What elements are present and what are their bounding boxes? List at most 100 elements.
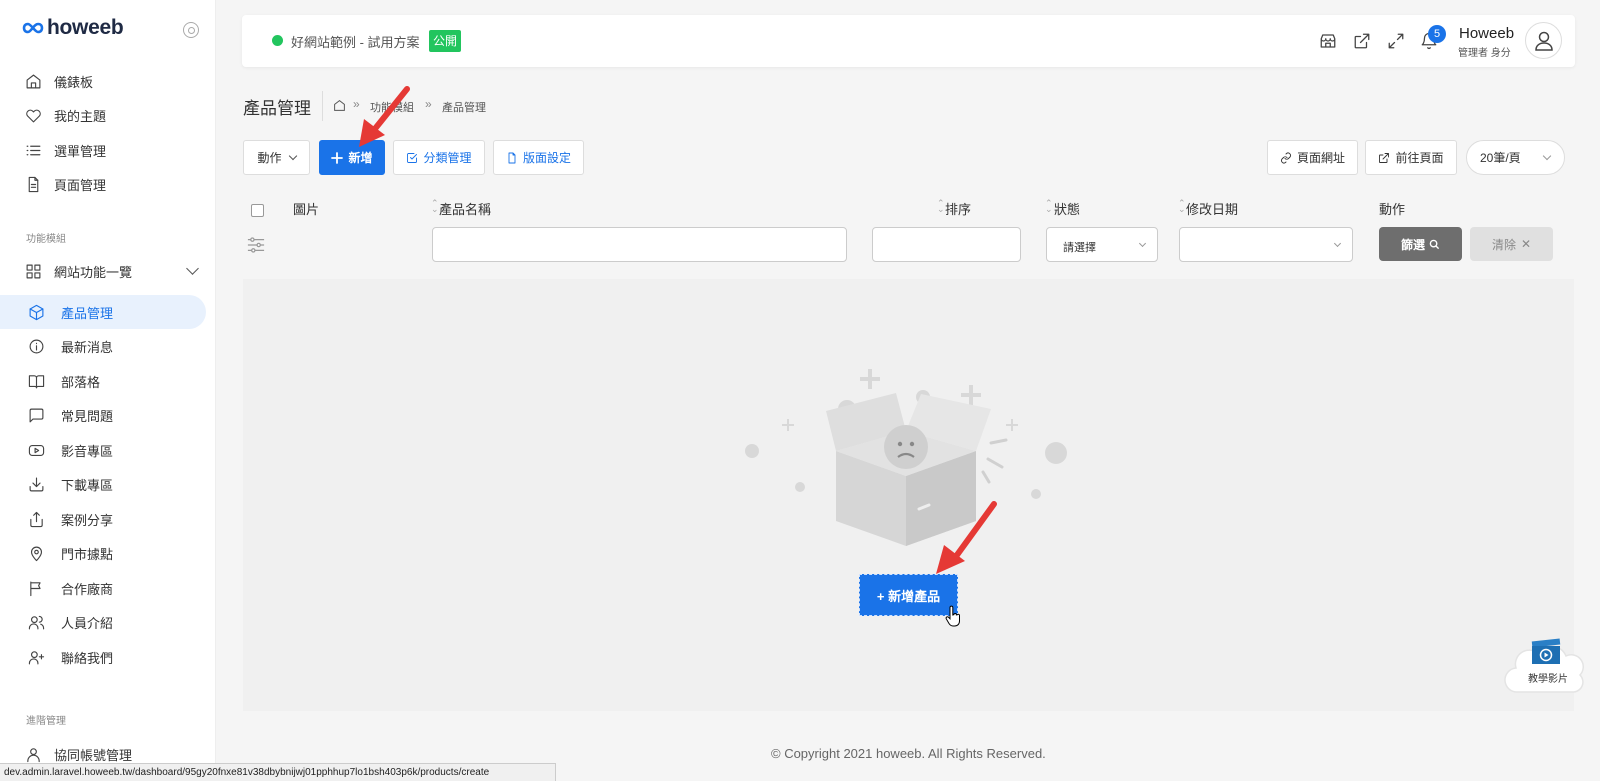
sidebar-item-label: 網站功能一覽 bbox=[54, 264, 133, 280]
status-filter-select[interactable]: 請選擇 bbox=[1046, 227, 1158, 262]
store-icon[interactable] bbox=[1319, 32, 1337, 50]
pointer-hand-icon bbox=[945, 605, 960, 627]
user-role: 管理者 身分 bbox=[1458, 48, 1511, 59]
breadcrumb-separator: » bbox=[425, 97, 432, 111]
breadcrumb-separator: » bbox=[353, 97, 360, 111]
youtube-icon bbox=[28, 444, 45, 456]
download-icon bbox=[29, 477, 44, 491]
chevron-down-icon bbox=[1542, 151, 1552, 161]
browser-status-url: dev.admin.laravel.howeeb.tw/dashboard/95… bbox=[0, 763, 556, 781]
search-icon bbox=[1429, 239, 1440, 249]
sidebar-item-label: 案例分享 bbox=[61, 512, 114, 528]
section-label-advanced: 進階管理 bbox=[26, 716, 66, 727]
book-icon bbox=[28, 374, 45, 388]
file-text-icon bbox=[28, 176, 39, 192]
map-pin-icon bbox=[30, 546, 43, 561]
sort-icon[interactable]: ⌃ ⌄ bbox=[937, 199, 945, 214]
tutorial-video-label[interactable]: 教學影片 bbox=[1528, 670, 1568, 685]
sidebar-item-label: 我的主題 bbox=[54, 108, 107, 124]
sidebar-item-dashboard[interactable]: 儀錶板 bbox=[0, 64, 206, 98]
box-icon bbox=[29, 304, 44, 320]
sort-icon[interactable]: ⌃ ⌄ bbox=[1045, 199, 1053, 214]
sidebar-item-label: 產品管理 bbox=[61, 305, 114, 321]
sort-icon[interactable]: ⌃ ⌄ bbox=[1178, 199, 1186, 214]
sidebar-item-label: 合作廠商 bbox=[61, 581, 114, 597]
sidebar-item-label: 門市據點 bbox=[61, 546, 114, 562]
list-icon bbox=[26, 145, 41, 155]
sidebar-item-faq[interactable]: 常見問題 bbox=[0, 398, 206, 432]
sidebar-item-cases[interactable]: 案例分享 bbox=[0, 502, 206, 536]
sidebar-item-label: 下載專區 bbox=[61, 477, 114, 493]
column-header-status[interactable]: 狀態 bbox=[1054, 199, 1080, 218]
fullscreen-icon[interactable] bbox=[1387, 32, 1405, 50]
sidebar-item-news[interactable]: 最新消息 bbox=[0, 329, 206, 363]
sidebar-item-label: 頁面管理 bbox=[54, 177, 107, 193]
product-name-filter-input[interactable] bbox=[432, 227, 847, 262]
sidebar-item-download[interactable]: 下載專區 bbox=[0, 467, 206, 501]
empty-box-illustration bbox=[745, 369, 1067, 546]
page-url-button[interactable]: 頁面網址 bbox=[1267, 140, 1358, 175]
column-header-order[interactable]: 排序 bbox=[945, 199, 971, 218]
per-page-select[interactable]: 20筆/頁 bbox=[1466, 140, 1565, 175]
sidebar-item-label: 影音專區 bbox=[61, 443, 114, 459]
add-product-button[interactable]: + 新增產品 bbox=[859, 574, 958, 616]
select-all-checkbox[interactable] bbox=[251, 204, 264, 217]
tutorial-video-widget[interactable] bbox=[1504, 630, 1590, 700]
logo-text: howeeb bbox=[47, 16, 124, 39]
column-header-modified[interactable]: 修改日期 bbox=[1186, 199, 1238, 218]
sidebar-group-site-features[interactable]: 網站功能一覽 bbox=[0, 254, 206, 288]
user-plus-icon bbox=[28, 650, 45, 664]
info-icon bbox=[29, 339, 44, 353]
sidebar-item-stores[interactable]: 門市據點 bbox=[0, 536, 206, 570]
goto-page-label: 前往頁面 bbox=[1395, 151, 1444, 165]
sidebar: howeeb 儀錶板 我的主題 選單管理 頁面管理 功能模組 網站功能一覽 產品… bbox=[0, 0, 216, 781]
logo[interactable]: howeeb bbox=[22, 16, 124, 40]
chevron-down-icon bbox=[186, 262, 199, 275]
home-icon bbox=[26, 74, 41, 88]
chevron-down-icon bbox=[1138, 239, 1147, 248]
home-icon[interactable] bbox=[333, 99, 346, 112]
sidebar-item-video[interactable]: 影音專區 bbox=[0, 433, 206, 467]
user-name: Howeeb bbox=[1459, 25, 1515, 42]
page-title: 產品管理 bbox=[243, 99, 311, 118]
sidebar-item-contact[interactable]: 聯絡我們 bbox=[0, 640, 206, 674]
action-dropdown[interactable]: 動作 bbox=[243, 140, 310, 175]
flag-icon bbox=[30, 581, 41, 596]
avatar[interactable] bbox=[1525, 22, 1562, 59]
topbar: 好網站範例 - 試用方案 公開 5 Howeeb 管理者 身分 bbox=[242, 15, 1575, 67]
layout-settings-label: 版面設定 bbox=[522, 151, 571, 165]
add-button-label: 新增 bbox=[348, 151, 373, 165]
date-filter-select[interactable] bbox=[1179, 227, 1353, 262]
sidebar-item-blog[interactable]: 部落格 bbox=[0, 364, 206, 398]
add-button[interactable]: 新增 bbox=[319, 140, 385, 175]
sidebar-item-staff[interactable]: 人員介紹 bbox=[0, 605, 206, 639]
external-link-icon[interactable] bbox=[1353, 32, 1371, 50]
sidebar-item-my-theme[interactable]: 我的主題 bbox=[0, 98, 206, 132]
sidebar-item-menu-management[interactable]: 選單管理 bbox=[0, 133, 206, 167]
users-icon bbox=[28, 615, 45, 629]
column-header-name[interactable]: 產品名稱 bbox=[439, 199, 491, 218]
filter-button[interactable]: 篩選 bbox=[1379, 227, 1462, 261]
layout-settings-button[interactable]: 版面設定 bbox=[493, 140, 584, 175]
sidebar-toggle-icon[interactable] bbox=[183, 22, 199, 38]
status-filter-value: 請選擇 bbox=[1063, 242, 1096, 254]
goto-page-button[interactable]: 前往頁面 bbox=[1365, 140, 1457, 175]
category-management-label: 分類管理 bbox=[423, 151, 472, 165]
clear-button[interactable]: 清除 ✕ bbox=[1470, 227, 1553, 261]
site-name[interactable]: 好網站範例 - 試用方案 bbox=[291, 32, 420, 51]
sliders-icon[interactable] bbox=[247, 236, 265, 254]
category-management-button[interactable]: 分類管理 bbox=[393, 140, 485, 175]
sort-icon[interactable]: ⌃ ⌄ bbox=[431, 199, 439, 214]
message-icon bbox=[29, 408, 44, 422]
sidebar-item-page-management[interactable]: 頁面管理 bbox=[0, 167, 206, 201]
sidebar-item-products[interactable]: 產品管理 bbox=[0, 295, 206, 329]
order-filter-input[interactable] bbox=[872, 227, 1021, 262]
close-icon: ✕ bbox=[1520, 237, 1532, 251]
sidebar-item-label: 部落格 bbox=[61, 374, 101, 390]
sidebar-item-partners[interactable]: 合作廠商 bbox=[0, 571, 206, 605]
breadcrumb-item-modules[interactable]: 功能模組 bbox=[370, 99, 414, 115]
sidebar-item-label: 聯絡我們 bbox=[61, 650, 114, 666]
sidebar-item-label: 協同帳號管理 bbox=[54, 747, 133, 763]
heart-icon bbox=[26, 109, 41, 122]
sidebar-item-label: 常見問題 bbox=[61, 408, 114, 424]
